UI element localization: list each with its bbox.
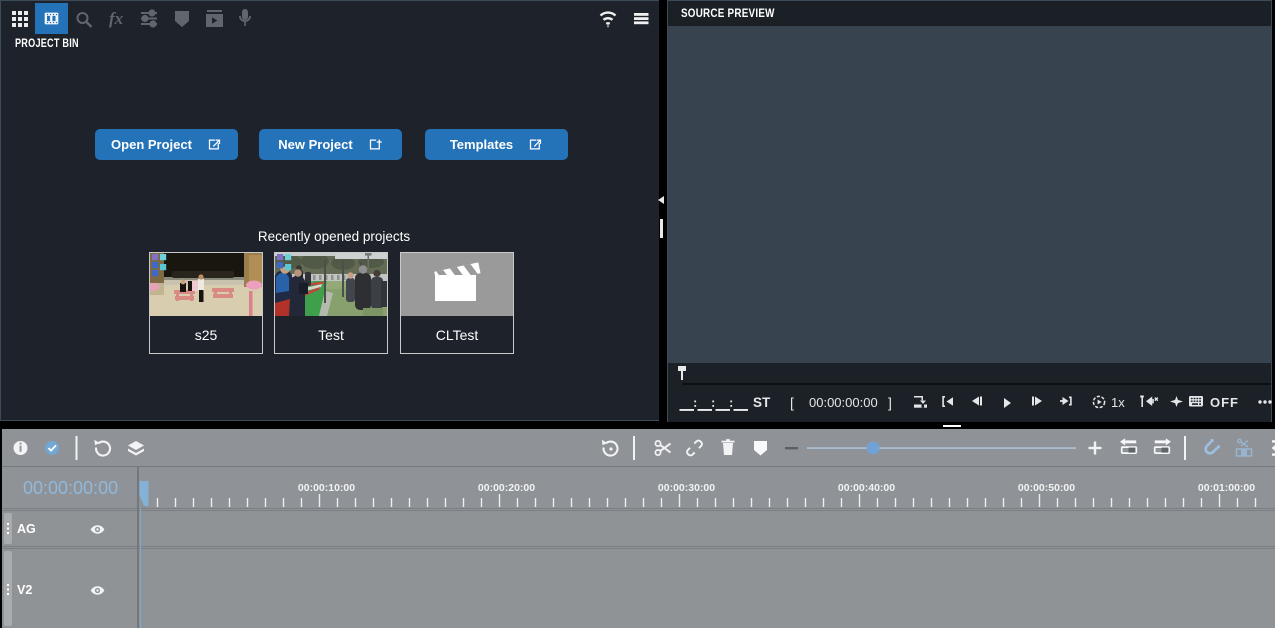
svg-text:00:00:20:00: 00:00:20:00 [478, 482, 535, 494]
svg-text:00:00:10:00: 00:00:10:00 [298, 482, 355, 494]
svg-text:]: ] [888, 395, 892, 411]
svg-text:00:01:00:00: 00:01:00:00 [1198, 482, 1255, 494]
svg-text:00:00:30:00: 00:00:30:00 [658, 482, 715, 494]
svg-text:OFF: OFF [1210, 395, 1239, 410]
svg-text:AG: AG [17, 522, 36, 536]
svg-text:V2: V2 [17, 583, 32, 597]
svg-text:fx: fx [109, 9, 124, 28]
svg-text:ST: ST [753, 395, 771, 410]
svg-text:00:00:00:00: 00:00:00:00 [809, 395, 878, 410]
svg-text:1x: 1x [1111, 395, 1125, 410]
svg-text:00:00:40:00: 00:00:40:00 [838, 482, 895, 494]
svg-text:00:00:50:00: 00:00:50:00 [1018, 482, 1075, 494]
svg-text:[: [ [790, 395, 794, 411]
